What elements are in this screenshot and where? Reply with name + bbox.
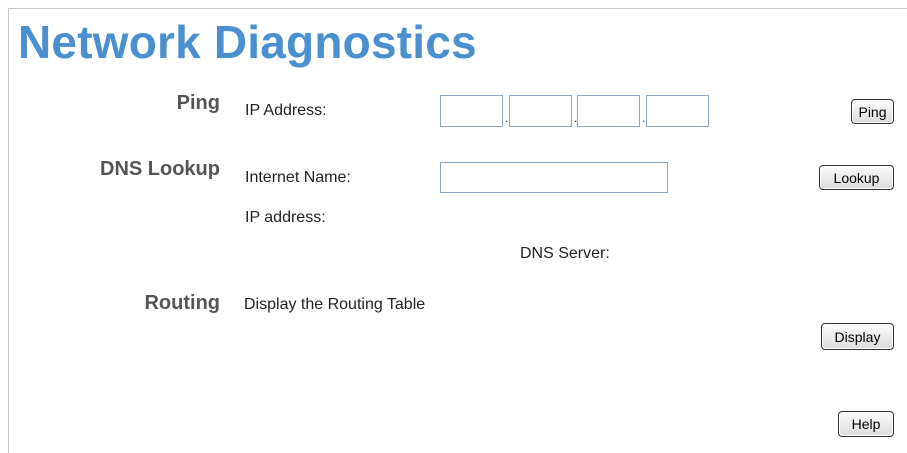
display-button[interactable]: Display <box>821 323 894 350</box>
dns-internet-name-label: Internet Name: <box>245 169 351 186</box>
ping-button[interactable]: Ping <box>851 99 894 124</box>
ping-ip-octet-4[interactable] <box>646 95 709 127</box>
ping-ip-octet-1[interactable] <box>440 95 503 127</box>
ping-ip-separator: . <box>505 111 509 125</box>
ping-ip-octet-3[interactable] <box>577 95 640 127</box>
lookup-button[interactable]: Lookup <box>819 165 894 190</box>
dns-ip-address-label: IP address: <box>245 209 326 226</box>
content-frame <box>8 8 907 453</box>
help-button[interactable]: Help <box>838 411 894 437</box>
ping-section-label: Ping <box>176 92 220 114</box>
ping-ip-octet-2[interactable] <box>509 95 572 127</box>
ping-ip-separator: . <box>642 111 646 125</box>
dns-server-label: DNS Server: <box>520 245 610 262</box>
routing-description: Display the Routing Table <box>244 296 426 313</box>
dns-lookup-section-label: DNS Lookup <box>100 158 220 180</box>
page-title: Network Diagnostics <box>18 16 477 68</box>
routing-section-label: Routing <box>144 292 220 314</box>
dns-internet-name-input[interactable] <box>440 162 668 193</box>
ping-ip-address-label: IP Address: <box>245 102 327 119</box>
